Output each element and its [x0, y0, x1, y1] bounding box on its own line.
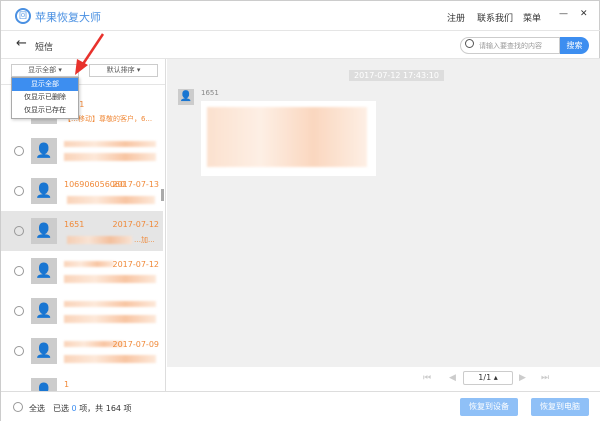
select-all-radio[interactable] — [13, 402, 23, 412]
conversation-timestamp: 2017-07-12 17:43:10 — [349, 70, 444, 81]
filter-select[interactable]: 显示全部 ▾ — [11, 64, 79, 77]
app-logo-icon: 回 — [15, 8, 31, 24]
page-input[interactable]: 1/1 ▴ — [463, 371, 513, 385]
close-button[interactable]: ✕ — [580, 9, 588, 19]
avatar: 👤 — [31, 178, 57, 204]
list-item[interactable]: 👤 1 — [1, 371, 163, 391]
page-title: 短信 — [35, 43, 54, 53]
selected-count: 0 — [71, 404, 77, 413]
search-icon — [465, 39, 474, 48]
last-page-icon[interactable]: ⏭ — [541, 373, 549, 383]
list-item[interactable]: 👤 1651 2017-07-12 …加... — [1, 211, 163, 251]
pager-bar — [167, 367, 600, 391]
select-all-label[interactable]: 全选 — [29, 403, 45, 414]
avatar: 👤 — [31, 138, 57, 164]
prev-page-icon[interactable]: ◀ — [449, 373, 456, 383]
page-value: 1/1 — [478, 373, 492, 382]
radio[interactable] — [14, 306, 24, 316]
radio[interactable] — [14, 346, 24, 356]
filter-value: 显示全部 — [28, 66, 57, 74]
register-link[interactable]: 注册 — [447, 11, 465, 24]
list-item[interactable]: 👤 2017-07-12 — [1, 251, 163, 291]
list-item[interactable]: 👤 2017-07-09 — [1, 331, 163, 371]
selected-prefix: 已选 — [53, 404, 69, 413]
avatar: 👤 — [31, 218, 57, 244]
contact-link[interactable]: 联系我们 — [477, 11, 513, 24]
list-item[interactable]: 👤 — [1, 291, 163, 331]
option-show-all[interactable]: 显示全部 — [12, 78, 78, 91]
search-input[interactable]: 请输入要查找的内容 — [460, 37, 560, 54]
radio[interactable] — [14, 266, 24, 276]
avatar: 👤 — [31, 258, 57, 284]
message-date: 2017-07-09 — [112, 340, 160, 349]
restore-to-pc-button[interactable]: 恢复到电脑 — [531, 398, 589, 416]
list-item[interactable]: 👤 — [1, 131, 163, 171]
message-bubble — [201, 101, 376, 176]
avatar: 👤 — [31, 378, 57, 391]
list-item[interactable]: 👤 106906056060 2017-07-13 — [1, 171, 163, 211]
message-date: 2017-07-12 — [112, 260, 160, 269]
option-existing-only[interactable]: 仅显示已存在 — [12, 104, 78, 117]
back-arrow-icon[interactable]: ← — [16, 36, 27, 51]
search-button[interactable]: 搜索 — [560, 37, 589, 54]
message-date: 2017-07-12 — [112, 220, 160, 229]
first-page-icon[interactable]: ⏮ — [423, 373, 431, 383]
arrow-annotation-icon — [75, 33, 105, 75]
radio[interactable] — [14, 226, 24, 236]
sender-name: 1651 — [201, 89, 219, 97]
option-deleted-only[interactable]: 仅显示已删除 — [12, 91, 78, 104]
app-title: 苹果恢复大师 — [35, 11, 101, 24]
avatar: 👤 — [31, 298, 57, 324]
contact-name: 1651 — [64, 220, 85, 229]
selected-suffix: 项，共 164 项 — [79, 404, 132, 413]
selection-summary: 已选 0 项，共 164 项 — [53, 403, 132, 414]
scrollbar[interactable] — [161, 189, 164, 201]
radio[interactable] — [14, 146, 24, 156]
next-page-icon[interactable]: ▶ — [519, 373, 526, 383]
restore-to-device-button[interactable]: 恢复到设备 — [460, 398, 518, 416]
avatar: 👤 — [31, 338, 57, 364]
radio[interactable] — [14, 186, 24, 196]
minimize-button[interactable]: — — [559, 9, 568, 19]
contact-name: 1 — [64, 380, 70, 389]
message-preview: …加... — [134, 236, 155, 244]
sender-avatar: 👤 — [178, 89, 194, 105]
message-date: 2017-07-13 — [112, 180, 160, 189]
filter-dropdown: 显示全部 仅显示已删除 仅显示已存在 — [11, 77, 79, 119]
menu-link[interactable]: 菜单 — [523, 11, 541, 24]
